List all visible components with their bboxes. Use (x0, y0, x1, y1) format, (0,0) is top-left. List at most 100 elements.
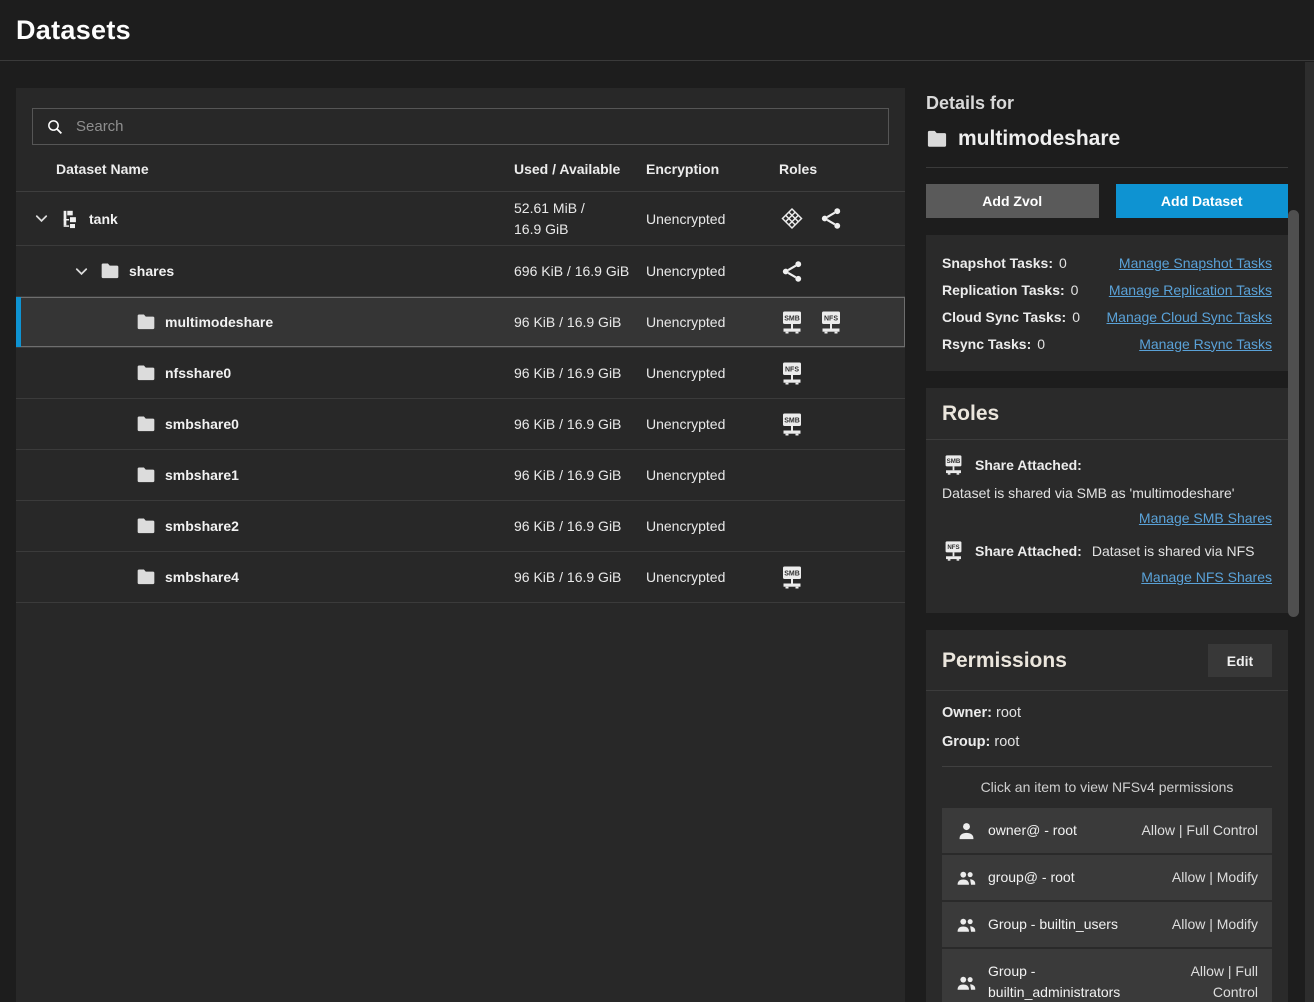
roles-cell (779, 259, 905, 284)
dataset-name: tank (89, 211, 118, 227)
used-available-cell: 96 KiB / 16.9 GiB (514, 363, 646, 384)
add-dataset-button[interactable]: Add Dataset (1116, 184, 1289, 218)
table-row[interactable]: smbshare496 KiB / 16.9 GiBUnencryptedSMB (16, 552, 905, 603)
task-label-group: Cloud Sync Tasks: 0 (942, 309, 1080, 325)
role-link-row: Manage SMB Shares (942, 510, 1272, 528)
table-row[interactable]: smbshare096 KiB / 16.9 GiBUnencryptedSMB (16, 399, 905, 450)
nfsv4-hint: Click an item to view NFSv4 permissions (942, 779, 1272, 795)
dataset-table-body: tank52.61 MiB /16.9 GiBUnencryptedshares… (16, 192, 905, 603)
dataset-name-cell: smbshare0 (16, 414, 514, 434)
task-row: Snapshot Tasks:0 Manage Snapshot Tasks (942, 249, 1272, 276)
acl-who: owner@ - root (988, 820, 1077, 841)
acl-item[interactable]: owner@ - root Allow | Full Control (942, 808, 1272, 853)
role-item: SMBShare Attached: Dataset is shared via … (942, 454, 1272, 528)
task-label: Rsync Tasks: (942, 336, 1031, 352)
people-icon (956, 973, 977, 992)
people-icon (956, 915, 977, 934)
table-row[interactable]: smbshare196 KiB / 16.9 GiBUnencrypted (16, 450, 905, 501)
divider (926, 690, 1288, 691)
dataset-name-cell: smbshare1 (16, 465, 514, 485)
share-icon (779, 259, 805, 284)
page-header: Datasets (0, 0, 1314, 61)
person-icon (956, 821, 977, 840)
used-available-cell: 696 KiB / 16.9 GiB (514, 261, 646, 282)
folder-icon (136, 516, 156, 536)
svg-text:SMB: SMB (784, 417, 800, 424)
manage-task-link[interactable]: Manage Rsync Tasks (1139, 336, 1272, 352)
manage-task-link[interactable]: Manage Cloud Sync Tasks (1107, 309, 1273, 325)
search-input[interactable] (76, 118, 875, 135)
owner-value: root (996, 705, 1021, 721)
svg-text:SMB: SMB (784, 315, 800, 322)
folder-icon (100, 261, 120, 281)
edit-permissions-button[interactable]: Edit (1208, 644, 1272, 677)
folder-icon (926, 129, 948, 149)
group-value: root (994, 734, 1019, 750)
folder-icon (136, 567, 156, 587)
group-label: Group: (942, 734, 990, 750)
divider (942, 766, 1272, 767)
role-text: Dataset is shared via SMB as 'multimodes… (942, 484, 1272, 503)
manage-shares-link[interactable]: Manage SMB Shares (1139, 510, 1272, 526)
task-count: 0 (1037, 336, 1045, 352)
smb-icon: SMB (779, 310, 805, 335)
dataset-table-panel: Dataset Name Used / Available Encryption… (16, 88, 905, 1002)
search-box[interactable] (32, 108, 889, 145)
dataset-name-cell: smbshare2 (16, 516, 514, 536)
acl-permission: Allow | Full Control (1153, 961, 1258, 1002)
manage-shares-link[interactable]: Manage NFS Shares (1141, 569, 1272, 585)
acl-permission: Allow | Full Control (1142, 820, 1258, 841)
task-row: Rsync Tasks: 0 Manage Rsync Tasks (942, 330, 1272, 357)
acl-permission: Allow | Modify (1172, 914, 1258, 935)
acl-who: Group - builtin_users (988, 914, 1118, 935)
column-header-roles: Roles (779, 161, 905, 177)
table-row[interactable]: smbshare296 KiB / 16.9 GiBUnencrypted (16, 501, 905, 552)
roles-cell: SMBNFS (779, 310, 905, 335)
roles-title: Roles (942, 402, 1272, 426)
manage-task-link[interactable]: Manage Replication Tasks (1109, 282, 1272, 298)
roles-cell (779, 206, 905, 231)
acl-list: owner@ - root Allow | Full Control group@ … (942, 808, 1272, 1002)
table-row[interactable]: tank 52.61 MiB /16.9 GiBUnencrypted (16, 192, 905, 246)
table-row[interactable]: nfsshare096 KiB / 16.9 GiBUnencryptedNFS (16, 348, 905, 399)
acl-item[interactable]: Group - builtin_administratorsAllow | Fu… (942, 949, 1272, 1002)
chevron-down-icon[interactable] (32, 209, 51, 228)
role-item: NFSShare Attached:Dataset is shared via … (942, 540, 1272, 587)
share-icon (818, 206, 844, 231)
people-icon (956, 868, 977, 887)
dataset-name-cell: tank (16, 209, 514, 229)
window-scrollbar[interactable] (1305, 62, 1314, 1002)
dataset-name: smbshare2 (165, 518, 239, 534)
used-available-cell: 96 KiB / 16.9 GiB (514, 465, 646, 486)
acl-item[interactable]: group@ - rootAllow | Modify (942, 855, 1272, 900)
folder-icon (136, 312, 156, 332)
used-available-cell: 52.61 MiB /16.9 GiB (514, 198, 646, 240)
role-item-header: SMBShare Attached: (942, 454, 1272, 476)
table-row[interactable]: shares696 KiB / 16.9 GiBUnencrypted (16, 246, 905, 297)
task-label: Cloud Sync Tasks: (942, 309, 1066, 325)
manage-task-link[interactable]: Manage Snapshot Tasks (1119, 255, 1272, 271)
encryption-cell: Unencrypted (646, 211, 779, 227)
permissions-title: Permissions (942, 649, 1067, 673)
search-icon (46, 118, 64, 136)
details-scrollbar-thumb[interactable] (1288, 210, 1299, 617)
svg-text:NFS: NFS (785, 366, 799, 373)
task-label-group: Replication Tasks:0 (942, 282, 1078, 298)
dataset-name-cell: multimodeshare (16, 312, 514, 332)
chevron-down-icon[interactable] (72, 262, 91, 281)
role-text: Dataset is shared via NFS (1092, 543, 1255, 559)
role-label: Share Attached: (975, 543, 1082, 559)
task-count: 0 (1072, 309, 1080, 325)
task-label-group: Snapshot Tasks:0 (942, 255, 1067, 271)
task-label: Snapshot Tasks: (942, 255, 1053, 271)
svg-text:SMB: SMB (784, 570, 800, 577)
dataset-name: nfsshare0 (165, 365, 231, 381)
dataset-name: smbshare4 (165, 569, 239, 585)
used-available-cell: 96 KiB / 16.9 GiB (514, 567, 646, 588)
add-zvol-button[interactable]: Add Zvol (926, 184, 1099, 218)
table-row[interactable]: multimodeshare96 KiB / 16.9 GiBUnencrypt… (16, 297, 905, 348)
acl-item[interactable]: Group - builtin_users Allow | Modify (942, 902, 1272, 947)
page-title: Datasets (16, 15, 131, 46)
encryption-cell: Unencrypted (646, 518, 779, 534)
roles-cell: SMB (779, 412, 905, 437)
